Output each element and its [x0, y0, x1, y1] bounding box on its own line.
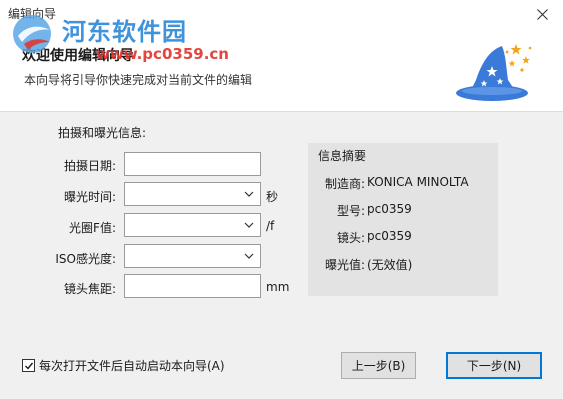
header-subtitle: 本向导将引导你快速完成对当前文件的编辑 [24, 73, 253, 87]
aperture-unit: /f [266, 219, 275, 233]
exposure-time-select[interactable] [124, 182, 261, 206]
auto-start-checkbox[interactable]: 每次打开文件后自动启动本向导(A) [22, 357, 225, 374]
info-summary-panel: 信息摘要 制造商: KONICA MINOLTA 型号: pc0359 镜头: … [308, 143, 498, 296]
wizard-content: 拍摄和曝光信息: 拍摄日期: 曝光时间: 秒 光圈F值: /f ISO感光度: … [0, 112, 563, 399]
title-bar: 编辑向导 [0, 0, 563, 28]
checkmark-icon [24, 362, 33, 370]
auto-start-label: 每次打开文件后自动启动本向导(A) [39, 359, 225, 373]
exposure-time-label: 曝光时间: [63, 190, 116, 204]
close-icon [536, 8, 548, 20]
focal-length-input[interactable] [124, 274, 261, 298]
checkbox-box[interactable] [22, 359, 35, 372]
info-key-maker: 制造商: [324, 177, 365, 191]
next-button[interactable]: 下一步(N) [446, 352, 542, 379]
back-button[interactable]: 上一步(B) [341, 352, 416, 379]
wizard-header: 欢迎使用编辑向导 本向导将引导你快速完成对当前文件的编辑 [0, 28, 563, 112]
exposure-time-unit: 秒 [266, 190, 279, 204]
info-value-exposure-value: (无效值) [367, 258, 413, 272]
iso-select[interactable] [124, 244, 261, 268]
exposure-group-title: 拍摄和曝光信息: [58, 126, 147, 140]
info-value-maker: KONICA MINOLTA [367, 175, 469, 189]
chevron-down-icon [244, 191, 254, 197]
header-title: 欢迎使用编辑向导 [22, 48, 134, 64]
wizard-hat-icon [456, 44, 532, 101]
info-summary-title: 信息摘要 [318, 149, 367, 163]
window-title: 编辑向导 [8, 7, 57, 21]
focal-length-label: 镜头焦距: [63, 282, 116, 296]
info-key-lens: 镜头: [336, 231, 365, 245]
chevron-down-icon [244, 253, 254, 259]
iso-label: ISO感光度: [55, 252, 116, 266]
close-button[interactable] [521, 0, 563, 28]
date-label: 拍摄日期: [63, 159, 116, 173]
focal-length-unit: mm [266, 280, 290, 294]
info-value-model: pc0359 [367, 202, 412, 216]
aperture-label: 光圈F值: [69, 221, 116, 235]
info-key-model: 型号: [336, 204, 365, 218]
info-value-lens: pc0359 [367, 229, 412, 243]
chevron-down-icon [244, 222, 254, 228]
aperture-select[interactable] [124, 213, 261, 237]
info-key-exposure-value: 曝光值: [324, 258, 365, 272]
date-input[interactable] [124, 152, 261, 176]
